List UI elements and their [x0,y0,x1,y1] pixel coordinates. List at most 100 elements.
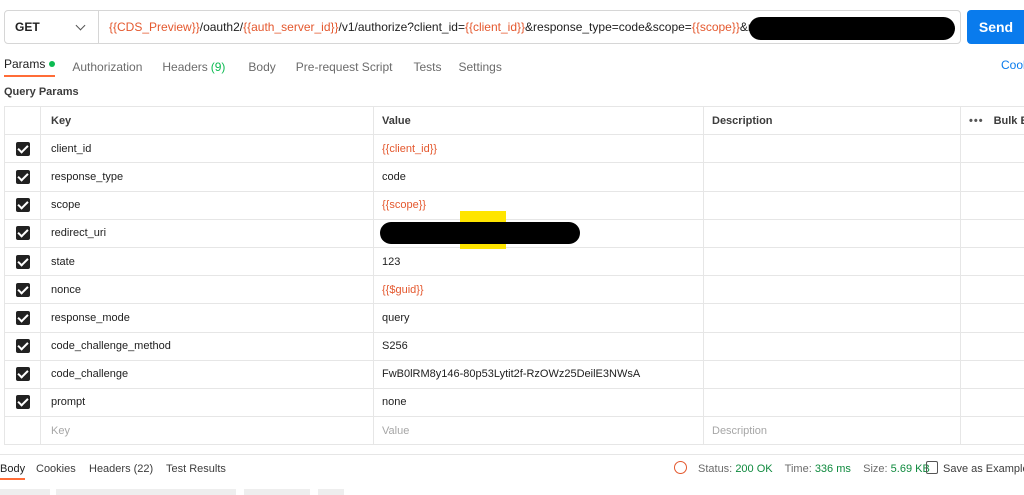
tab-prerequest[interactable]: Pre-request Script [296,57,393,77]
method-select[interactable]: GET [5,11,99,43]
save-as-example-button[interactable]: Save as Example [943,463,1024,475]
table-row: nonce {{$guid}} [4,276,1024,305]
response-tab-test[interactable]: Test Results [166,463,226,475]
param-extra [961,163,1024,190]
param-key[interactable]: redirect_uri [41,219,374,247]
param-description[interactable] [704,191,961,219]
url-variable: {{client_id}} [464,20,526,34]
param-key[interactable]: code_challenge [41,360,374,388]
url-text: /v1/authorize?client_id= [338,20,465,34]
response-meta: Status: 200 OK Time: 336 ms Size: 5.69 K… [698,463,930,475]
time-value[interactable]: 336 ms [815,463,851,475]
checkbox-checked-icon[interactable] [15,339,30,354]
checkbox-checked-icon[interactable] [15,254,30,269]
url-variable: {{auth_server_id}} [243,20,339,34]
checkbox-checked-icon[interactable] [15,310,30,325]
checkbox-cell [4,219,41,247]
param-extra [961,333,1024,360]
checkbox-cell [4,135,41,163]
request-bar: GET {{CDS_Preview}}/oauth2/{{auth_server… [4,10,961,44]
param-value[interactable]: code [374,163,704,191]
bulk-edit-button[interactable]: ••• Bulk Ed [961,107,1024,134]
response-tab-headers[interactable]: Headers (22) [89,463,153,475]
cookies-link[interactable]: Cool [1001,58,1024,72]
request-tabs: Params Authorization Headers (9) Body Pr… [4,57,502,77]
status-value[interactable]: 200 OK [735,463,772,475]
param-key[interactable]: prompt [41,388,374,417]
tab-params-label: Params [4,57,46,71]
query-params-label: Query Params [4,86,79,98]
column-header-value: Value [374,107,704,135]
method-label: GET [15,20,40,34]
tab-params[interactable]: Params [4,57,56,77]
param-key[interactable]: scope [41,191,374,219]
checkbox-checked-icon[interactable] [15,395,30,410]
checkbox-checked-icon[interactable] [15,367,30,382]
param-extra [961,417,1024,444]
param-extra [961,361,1024,388]
param-value[interactable]: {{client_id}} [374,135,704,163]
tab-body[interactable]: Body [248,57,275,77]
param-description[interactable] [704,219,961,247]
send-button[interactable]: Send [967,10,1024,44]
table-header-row: Key Value Description ••• Bulk Ed [4,107,1024,136]
url-variable: {{CDS_Preview}} [109,20,200,34]
bulk-edit-label: Bulk Ed [993,114,1024,127]
headers-count: (9) [210,60,226,74]
table-row: client_id {{client_id}} [4,135,1024,164]
column-header-key: Key [41,107,374,135]
new-value-input[interactable]: Value [374,417,704,445]
param-description[interactable] [704,276,961,304]
param-key[interactable]: response_mode [41,304,374,332]
param-key[interactable]: code_challenge_method [41,332,374,360]
size-value[interactable]: 5.69 KB [891,463,930,475]
param-description[interactable] [704,360,961,388]
column-header-description: Description [704,107,961,135]
param-value[interactable]: query [374,304,704,332]
param-description[interactable] [704,332,961,360]
checkbox-checked-icon[interactable] [15,141,30,156]
param-description[interactable] [704,163,961,191]
table-row: response_type code [4,163,1024,192]
checkbox-checked-icon[interactable] [15,169,30,184]
param-value[interactable]: {{scope}} [374,191,704,219]
param-value[interactable]: {{$guid}} [374,276,704,304]
param-value[interactable]: 123 [374,247,704,276]
param-value[interactable]: FwB0lRM8y146-80p53Lytit2f-RzOWz25DeilE3N… [374,360,704,388]
checkbox-cell [4,360,41,388]
param-extra [961,135,1024,162]
param-description[interactable] [704,388,961,417]
param-key[interactable]: client_id [41,135,374,163]
checkbox-checked-icon[interactable] [15,282,30,297]
param-value[interactable]: S256 [374,332,704,360]
tab-headers[interactable]: Headers (9) [162,57,225,77]
checkbox-cell [4,191,41,219]
globe-icon[interactable] [674,461,687,474]
table-row: code_challenge FwB0lRM8y146-80p53Lytit2f-… [4,360,1024,389]
bottom-strip [318,489,344,495]
tab-tests[interactable]: Tests [413,57,441,77]
checkbox-checked-icon[interactable] [15,226,30,241]
more-icon[interactable]: ••• [969,115,984,127]
table-row: code_challenge_method S256 [4,332,1024,361]
chevron-down-icon [75,20,86,30]
time-label: Time: [784,463,812,475]
checkbox-cell [4,332,41,360]
bottom-strip [56,489,236,495]
new-key-input[interactable]: Key [41,417,374,445]
param-description[interactable] [704,247,961,276]
response-tab-cookies[interactable]: Cookies [36,463,76,475]
param-description[interactable] [704,304,961,332]
param-key[interactable]: nonce [41,276,374,304]
new-description-input[interactable]: Description [704,417,961,445]
checkbox-checked-icon[interactable] [15,198,30,213]
response-tab-body[interactable]: Body [0,463,26,480]
param-key[interactable]: state [41,247,374,276]
param-extra [961,276,1024,303]
param-key[interactable]: response_type [41,163,374,191]
tab-authorization[interactable]: Authorization [72,57,142,77]
param-value[interactable]: none [374,388,704,417]
url-text: &response_type=code&scope= [525,20,692,34]
param-description[interactable] [704,135,961,163]
tab-settings[interactable]: Settings [459,57,502,77]
